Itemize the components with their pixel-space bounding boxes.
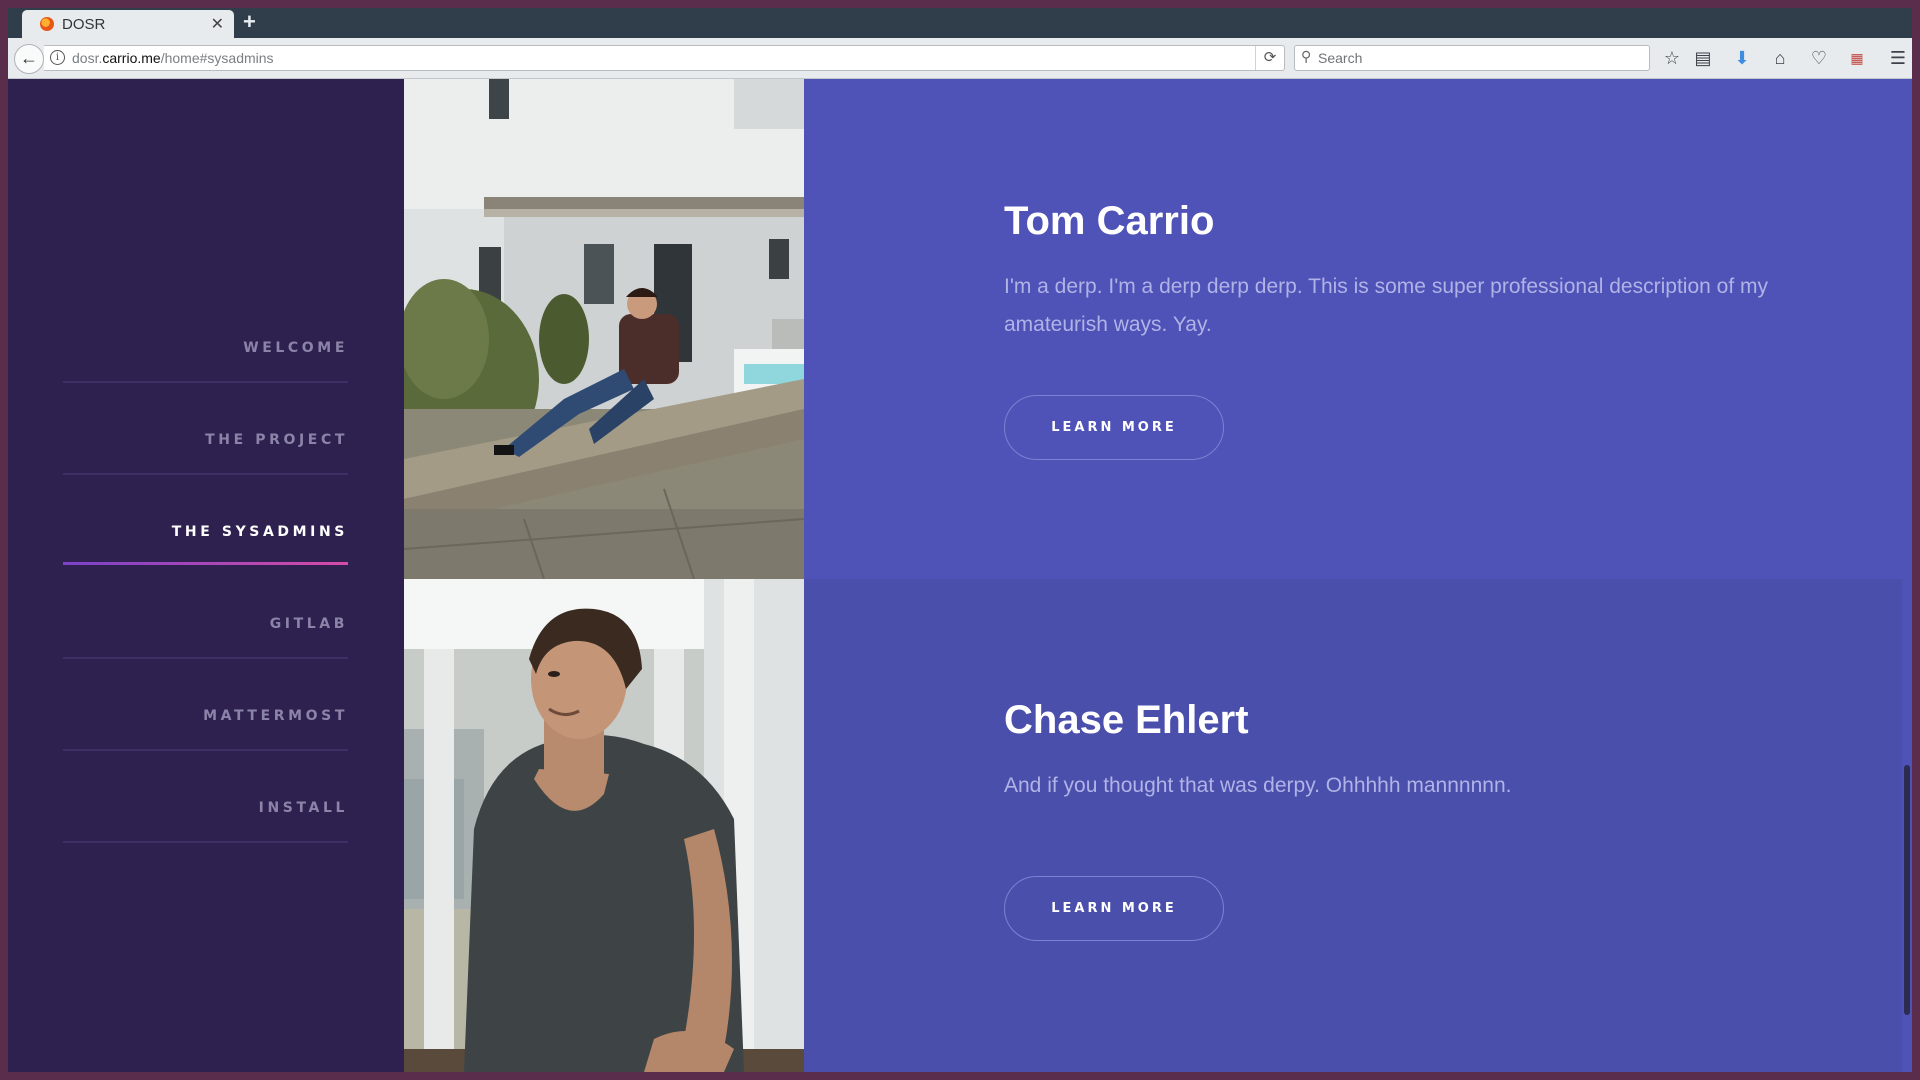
addon-icon[interactable]: ▦ — [1845, 46, 1869, 70]
home-icon[interactable]: ⌂ — [1768, 46, 1792, 70]
url-bar[interactable]: i dosr.carrio.me/home#sysadmins ⟳ — [44, 45, 1285, 71]
photo-chase-ehlert-image — [404, 579, 804, 1072]
site-info-icon[interactable]: i — [50, 50, 65, 65]
spotlight-text: Chase Ehlert And if you thought that was… — [1004, 698, 1774, 805]
spotlight-text: Tom Carrio I'm a derp. I'm a derp derp d… — [1004, 199, 1774, 344]
sysadmin-description: And if you thought that was derpy. Ohhhh… — [1004, 774, 1512, 797]
url-path: /home#sysadmins — [160, 50, 274, 66]
close-tab-icon[interactable]: ✕ — [211, 14, 224, 34]
sidebar-nav: WELCOME THE PROJECT THE SYSADMINS GITLAB… — [8, 79, 404, 1072]
sysadmin-description: I'm a derp. I'm a derp derp derp. This i… — [1004, 275, 1768, 336]
star-icon[interactable]: ☆ — [1660, 46, 1684, 70]
sidebar-item-the-sysadmins[interactable]: THE SYSADMINS — [63, 473, 348, 568]
photo-tom-carrio — [404, 79, 804, 579]
reading-list-icon[interactable]: ▤ — [1691, 46, 1715, 70]
spotlight-tom-carrio: Tom Carrio I'm a derp. I'm a derp derp d… — [404, 79, 1912, 579]
sidebar-item-label: WELCOME — [243, 340, 348, 356]
reload-icon[interactable]: ⟳ — [1255, 46, 1284, 70]
url-host-prefix: dosr. — [72, 50, 103, 66]
browser-tab[interactable]: DOSR ✕ — [22, 10, 234, 38]
pocket-icon[interactable]: ♡ — [1807, 46, 1831, 70]
back-arrow-icon: ← — [20, 48, 38, 68]
learn-more-button[interactable]: LEARN MORE — [1004, 876, 1224, 941]
search-icon: ⚲ — [1301, 48, 1312, 64]
scrollbar-thumb[interactable] — [1904, 765, 1910, 1015]
tab-title: DOSR — [62, 16, 106, 33]
sidebar-item-install[interactable]: INSTALL — [63, 749, 348, 843]
sidebar-item-label: GITLAB — [269, 616, 348, 632]
sidebar-item-mattermost[interactable]: MATTERMOST — [63, 657, 348, 751]
back-button[interactable]: ← — [14, 44, 44, 74]
gitlab-fox-icon — [40, 17, 54, 31]
new-tab-icon[interactable]: + — [243, 9, 256, 35]
sysadmin-name: Tom Carrio — [1004, 199, 1215, 243]
url-host: carrio.me — [102, 50, 161, 66]
spotlight-chase-ehlert: Chase Ehlert And if you thought that was… — [404, 579, 1912, 1072]
tab-bar: DOSR ✕ + — [8, 8, 1912, 38]
sidebar-item-label: THE SYSADMINS — [171, 524, 348, 540]
page-scrollbar[interactable] — [1902, 79, 1912, 1072]
sidebar-item-label: INSTALL — [258, 800, 348, 816]
sidebar-item-the-project[interactable]: THE PROJECT — [63, 381, 348, 475]
learn-more-button[interactable]: LEARN MORE — [1004, 395, 1224, 460]
sidebar-item-gitlab[interactable]: GITLAB — [63, 565, 348, 659]
sidebar-item-label: THE PROJECT — [205, 432, 348, 448]
browser-window: DOSR ✕ + ← i dosr.carrio.me/home#sysadmi… — [8, 8, 1912, 1072]
menu-icon[interactable]: ☰ — [1886, 46, 1910, 70]
download-icon[interactable]: ⬇ — [1730, 46, 1754, 70]
photo-chase-ehlert — [404, 579, 804, 1072]
page-content: WELCOME THE PROJECT THE SYSADMINS GITLAB… — [8, 79, 1912, 1072]
sysadmin-name: Chase Ehlert — [1004, 698, 1249, 742]
navigation-toolbar: ← i dosr.carrio.me/home#sysadmins ⟳ ⚲ Se… — [8, 38, 1912, 79]
photo-tom-carrio-image — [404, 79, 804, 579]
sidebar-item-label: MATTERMOST — [203, 708, 348, 724]
url-text: dosr.carrio.me/home#sysadmins — [72, 50, 274, 66]
search-input[interactable]: ⚲ Search — [1294, 45, 1650, 71]
search-placeholder: Search — [1318, 50, 1363, 66]
sysadmins-section: Tom Carrio I'm a derp. I'm a derp derp d… — [404, 79, 1912, 1072]
sidebar-item-welcome[interactable]: WELCOME — [63, 289, 348, 383]
